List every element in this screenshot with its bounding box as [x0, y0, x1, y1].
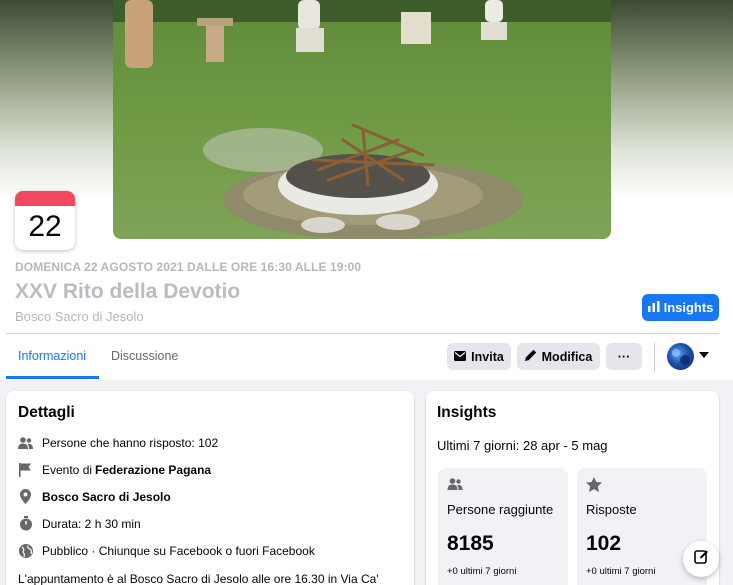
insights-period-value: 28 apr - 5 mag — [522, 438, 608, 453]
insights-period-label: Ultimi 7 giorni: — [437, 438, 520, 453]
insights-period: Ultimi 7 giorni: 28 apr - 5 mag — [437, 438, 608, 453]
organizer-row: Evento di Federazione Pagana — [18, 462, 211, 477]
edit-button[interactable]: Modifica — [517, 343, 600, 370]
edit-button-label: Modifica — [541, 349, 593, 364]
header-divider — [6, 333, 719, 334]
map-pin-icon — [18, 489, 33, 504]
location-row: Bosco Sacro di Jesolo — [18, 489, 171, 504]
stat-label: Risposte — [586, 502, 637, 517]
calendar-header — [15, 191, 75, 206]
tab-informazioni[interactable]: Informazioni — [18, 349, 86, 363]
people-icon — [18, 435, 33, 450]
location-link[interactable]: Bosco Sacro di Jesolo — [42, 490, 171, 504]
privacy-text: Pubblico · Chiunque su Facebook o fuori … — [42, 543, 315, 558]
insights-button[interactable]: Insights — [642, 294, 719, 321]
people-icon — [447, 477, 463, 495]
envelope-icon — [454, 350, 467, 364]
stopwatch-icon — [18, 516, 33, 531]
cover-photo[interactable] — [113, 0, 611, 239]
details-title: Dettagli — [18, 404, 75, 421]
more-options-button[interactable]: ··· — [606, 343, 642, 370]
chevron-down-icon[interactable] — [699, 352, 709, 358]
responded-row: Persone che hanno risposto: 102 — [18, 435, 218, 450]
duration-row: Durata: 2 h 30 min — [18, 516, 141, 531]
pencil-icon — [524, 349, 537, 364]
event-day: 22 — [28, 210, 62, 243]
stat-card-reach[interactable]: Persone raggiunte 8185 +0 ultimi 7 giorn… — [438, 468, 568, 585]
stat-label: Persone raggiunte — [447, 502, 554, 517]
stat-change: +0 ultimi 7 giorni — [447, 566, 517, 577]
page-avatar[interactable] — [667, 343, 694, 370]
bar-chart-icon — [647, 300, 660, 315]
globe-icon — [18, 543, 33, 558]
actions-separator — [654, 342, 655, 372]
stat-value: 8185 — [447, 532, 494, 555]
stat-value: 102 — [586, 532, 622, 555]
flag-icon — [18, 462, 33, 477]
insights-button-label: Insights — [663, 300, 714, 315]
invite-button[interactable]: Invita — [447, 343, 511, 370]
new-message-button[interactable] — [683, 541, 719, 577]
organizer-prefix: Evento di — [42, 462, 93, 477]
stat-change: +0 ultimi 7 giorni — [586, 566, 656, 577]
event-date-badge: 22 — [15, 191, 75, 250]
star-icon — [586, 477, 602, 497]
event-title: XXV Rito della Devotio — [15, 280, 241, 303]
event-location-subtitle[interactable]: Bosco Sacro di Jesolo — [15, 309, 144, 324]
invite-button-label: Invita — [471, 349, 504, 364]
compose-icon — [693, 549, 709, 569]
details-card: Dettagli Persone che hanno risposto: 102… — [6, 391, 414, 585]
insights-title: Insights — [437, 404, 497, 421]
event-description: L'appuntamento è al Bosco Sacro di Jesol… — [18, 572, 379, 585]
organizer-link[interactable]: Federazione Pagana — [95, 463, 211, 477]
duration-text: Durata: 2 h 30 min — [42, 516, 141, 531]
tab-discussione[interactable]: Discussione — [111, 349, 178, 363]
event-datetime: DOMENICA 22 AGOSTO 2021 DALLE ORE 16:30 … — [15, 260, 362, 274]
responded-text[interactable]: Persone che hanno risposto: 102 — [42, 436, 218, 450]
active-tab-indicator — [6, 376, 99, 379]
privacy-row: Pubblico · Chiunque su Facebook o fuori … — [18, 543, 315, 558]
